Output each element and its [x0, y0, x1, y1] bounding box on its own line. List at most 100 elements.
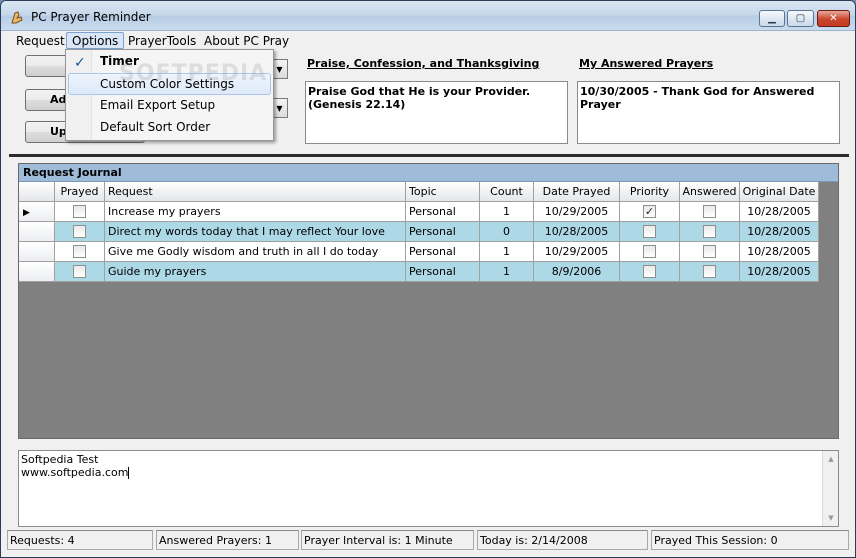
row-header[interactable]	[19, 262, 55, 282]
topic-cell[interactable]: Personal	[406, 242, 480, 262]
col-topic[interactable]: Topic	[406, 182, 480, 202]
row-header[interactable]	[19, 242, 55, 262]
checkbox[interactable]	[73, 224, 86, 238]
status-requests: Requests: 4	[7, 530, 153, 550]
priority-cell[interactable]	[620, 262, 680, 282]
answered-cell[interactable]	[680, 202, 740, 222]
col-answered[interactable]: Answered	[680, 182, 740, 202]
row-header[interactable]	[19, 222, 55, 242]
count-cell[interactable]: 1	[480, 202, 534, 222]
priority-cell[interactable]: ✓	[620, 202, 680, 222]
status-session: Prayed This Session: 0	[651, 530, 849, 550]
status-interval: Prayer Interval is: 1 Minute	[301, 530, 474, 550]
count-cell[interactable]: 1	[480, 242, 534, 262]
checkbox[interactable]	[643, 244, 656, 258]
checkbox[interactable]: ✓	[643, 204, 656, 218]
status-bar: Requests: 4 Answered Prayers: 1 Prayer I…	[1, 529, 855, 551]
checkbox[interactable]	[73, 264, 86, 278]
col-count[interactable]: Count	[480, 182, 534, 202]
menu-options[interactable]: Options	[66, 32, 125, 49]
original-date-cell[interactable]: 10/28/2005	[740, 262, 819, 282]
menu-request[interactable]: Request	[10, 32, 71, 49]
request-cell[interactable]: Guide my prayers	[105, 262, 406, 282]
request-cell[interactable]: Direct my words today that I may reflect…	[105, 222, 406, 242]
row-header[interactable]: ▶	[19, 202, 55, 222]
notes-textbox[interactable]: Softpedia Test www.softpedia.com ▲ ▼	[18, 450, 839, 527]
scroll-up-icon[interactable]: ▲	[823, 451, 839, 467]
priority-cell[interactable]	[620, 242, 680, 262]
topic-cell[interactable]: Personal	[406, 222, 480, 242]
maximize-button[interactable]: ▢	[787, 10, 814, 27]
prayed-cell[interactable]	[55, 222, 105, 242]
date-prayed-cell[interactable]: 10/29/2005	[534, 202, 620, 222]
minimize-icon: ▁	[768, 13, 776, 24]
original-date-cell[interactable]: 10/28/2005	[740, 222, 819, 242]
menu-item-custom-color[interactable]: Custom Color Settings	[68, 73, 271, 95]
maximize-icon: ▢	[795, 13, 806, 24]
close-button[interactable]: ✕	[817, 10, 850, 27]
prayer-hands-icon	[11, 11, 23, 24]
answered-memo[interactable]: 10/30/2005 - Thank God for Answered Pray…	[577, 81, 840, 144]
topic-cell[interactable]: Personal	[406, 202, 480, 222]
menu-item-default-sort[interactable]: Default Sort Order	[68, 117, 271, 139]
text-caret	[128, 467, 130, 479]
request-cell[interactable]: Give me Godly wisdom and truth in all I …	[105, 242, 406, 262]
menu-item-email-export-label: Email Export Setup	[100, 98, 216, 112]
praise-memo[interactable]: Praise God that He is your Provider. (Ge…	[305, 81, 568, 144]
notes-line-2-text: www.softpedia.com	[21, 466, 129, 479]
menu-item-email-export[interactable]: Email Export Setup	[68, 95, 271, 117]
answered-cell[interactable]	[680, 242, 740, 262]
menu-prayertools[interactable]: PrayerTools	[122, 32, 202, 49]
checkbox[interactable]	[643, 264, 656, 278]
prayed-cell[interactable]	[55, 202, 105, 222]
col-request[interactable]: Request	[105, 182, 406, 202]
answered-cell[interactable]	[680, 222, 740, 242]
minimize-button[interactable]: ▁	[759, 10, 785, 27]
checkbox[interactable]	[73, 244, 86, 258]
checkbox[interactable]	[643, 224, 656, 238]
priority-cell[interactable]	[620, 222, 680, 242]
row-header-corner	[19, 182, 55, 202]
current-row-arrow-icon: ▶	[23, 208, 30, 218]
options-dropdown: ✓ Timer Custom Color Settings Email Expo…	[65, 49, 274, 141]
prayed-cell[interactable]	[55, 262, 105, 282]
add-button-label: Ad	[50, 93, 67, 106]
col-original-date[interactable]: Original Date	[740, 182, 819, 202]
col-priority[interactable]: Priority	[620, 182, 680, 202]
praise-label: Praise, Confession, and Thanksgiving	[307, 57, 540, 70]
original-date-cell[interactable]: 10/28/2005	[740, 202, 819, 222]
checkbox[interactable]	[703, 264, 716, 278]
status-today: Today is: 2/14/2008	[477, 530, 648, 550]
checkbox[interactable]	[703, 244, 716, 258]
col-date-prayed[interactable]: Date Prayed	[534, 182, 620, 202]
menu-item-timer[interactable]: ✓ Timer	[68, 51, 271, 73]
count-cell[interactable]: 0	[480, 222, 534, 242]
menu-bar: Request Options PrayerTools About PC Pra…	[1, 31, 855, 50]
prayed-cell[interactable]	[55, 242, 105, 262]
menu-about[interactable]: About PC Pray	[198, 32, 295, 49]
notes-scrollbar[interactable]: ▲ ▼	[822, 451, 838, 526]
count-cell[interactable]: 1	[480, 262, 534, 282]
app-window: PC Prayer Reminder ▁ ▢ ✕ Request Options…	[0, 0, 856, 558]
scroll-down-icon[interactable]: ▼	[823, 510, 839, 526]
check-icon: ✓	[74, 55, 86, 71]
divider	[9, 154, 849, 157]
col-prayed[interactable]: Prayed	[55, 182, 105, 202]
notes-line-1: Softpedia Test	[21, 453, 99, 466]
original-date-cell[interactable]: 10/28/2005	[740, 242, 819, 262]
title-bar[interactable]: PC Prayer Reminder ▁ ▢ ✕	[1, 1, 855, 31]
answered-label: My Answered Prayers	[579, 57, 714, 70]
journal-caption: Request Journal	[19, 164, 838, 182]
request-journal: Request Journal Prayed Request Topic Cou…	[18, 163, 839, 439]
date-prayed-cell[interactable]: 10/29/2005	[534, 242, 620, 262]
checkbox[interactable]	[703, 204, 716, 218]
request-cell[interactable]: Increase my prayers	[105, 202, 406, 222]
menu-item-custom-color-label: Custom Color Settings	[100, 77, 235, 91]
answered-cell[interactable]	[680, 262, 740, 282]
topic-cell[interactable]: Personal	[406, 262, 480, 282]
date-prayed-cell[interactable]: 10/28/2005	[534, 222, 620, 242]
checkbox[interactable]	[73, 204, 86, 218]
close-icon: ✕	[829, 13, 838, 24]
checkbox[interactable]	[703, 224, 716, 238]
date-prayed-cell[interactable]: 8/9/2006	[534, 262, 620, 282]
